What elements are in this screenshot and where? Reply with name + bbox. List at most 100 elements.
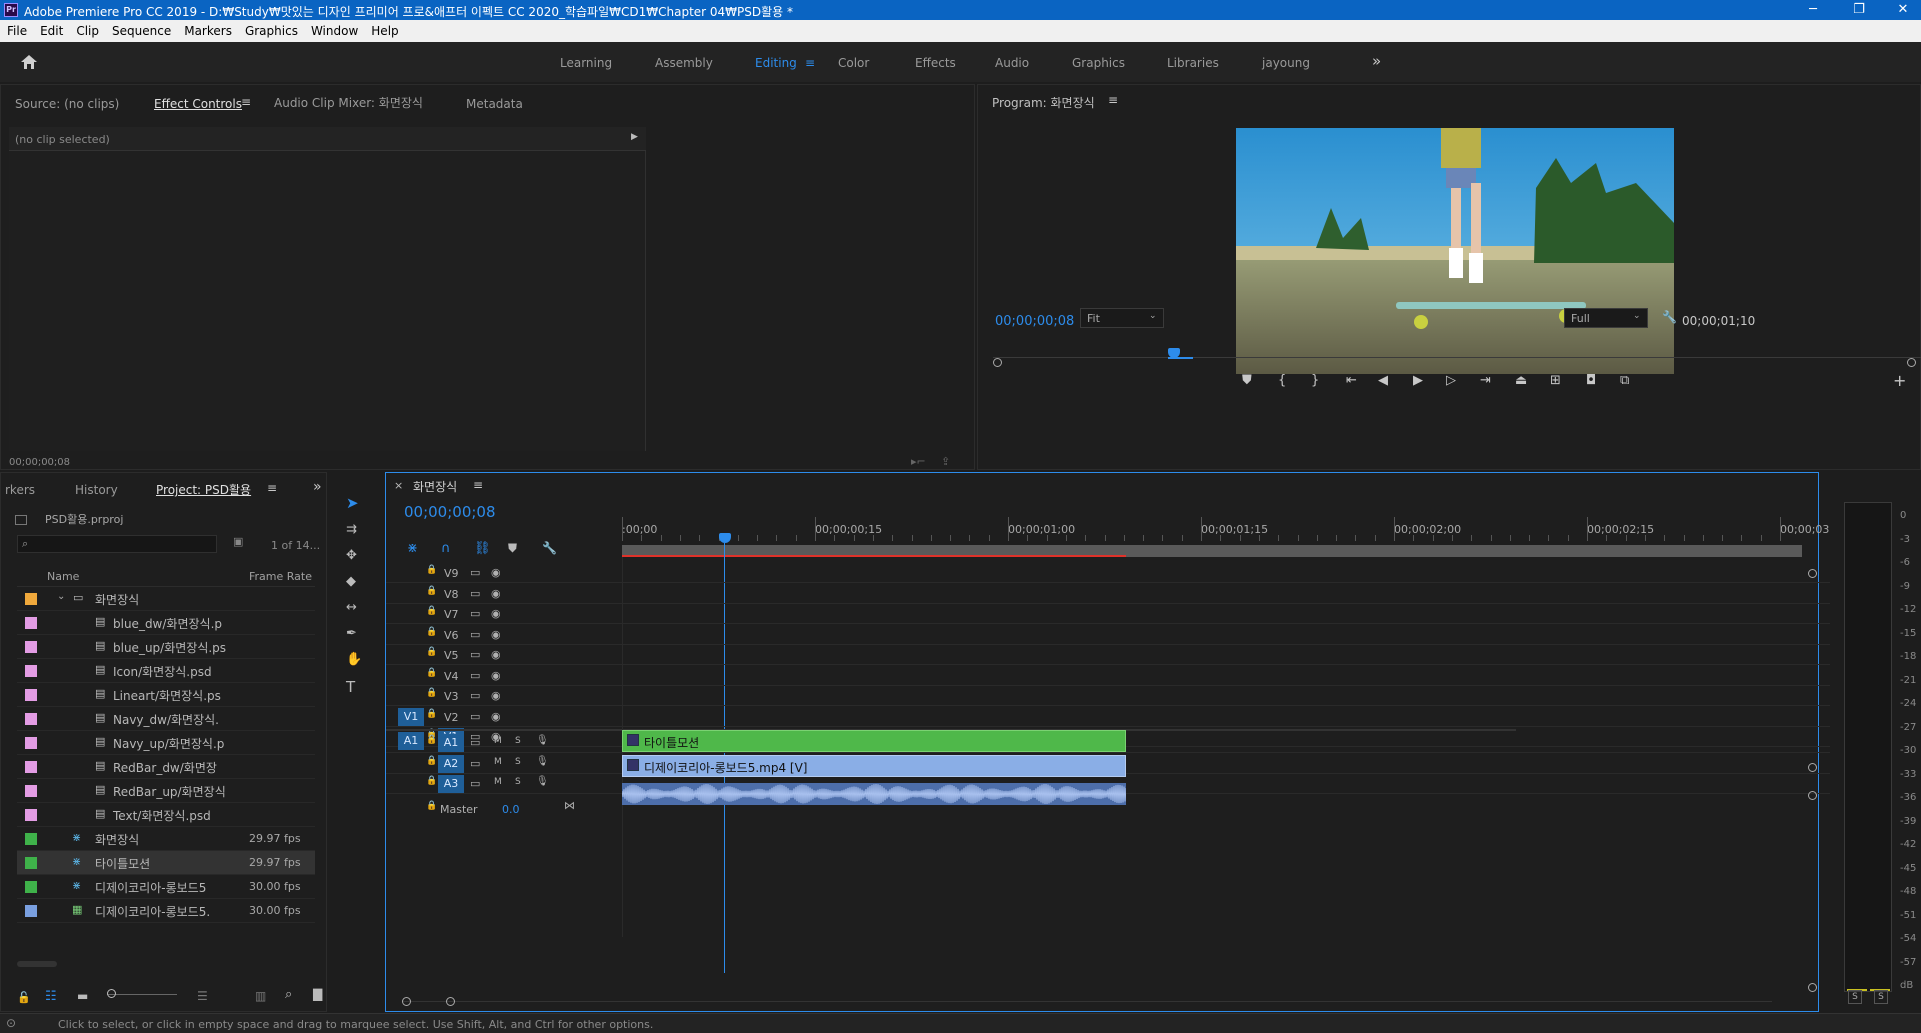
toggle-sync-lock-icon[interactable]: ▭	[470, 689, 480, 702]
slip-tool-icon[interactable]: ↔	[346, 600, 357, 615]
resolution-dropdown[interactable]: Full ⌄	[1564, 308, 1648, 328]
tab-menu-icon[interactable]: ≡	[241, 95, 251, 109]
menu-sequence[interactable]: Sequence	[105, 20, 177, 38]
maximize-button[interactable]: ❐	[1836, 0, 1882, 20]
timeline-timecode[interactable]: 00;00;00;08	[404, 503, 496, 521]
column-name[interactable]: Name	[47, 570, 79, 583]
tab-markers[interactable]: rkers	[5, 483, 35, 497]
lock-icon[interactable]: 🔒	[426, 801, 437, 811]
master-volume-value[interactable]: 0.0	[502, 803, 520, 816]
workspace-menu-icon[interactable]: ≡	[805, 56, 815, 70]
zoom-start-handle[interactable]	[993, 358, 1002, 367]
workspace-more-icon[interactable]: »	[1372, 52, 1381, 70]
track-label[interactable]: V7	[444, 608, 459, 621]
menu-window[interactable]: Window	[304, 20, 364, 38]
mute-button[interactable]: M	[494, 757, 502, 767]
expand-arrow-icon[interactable]: ▶	[631, 132, 638, 142]
project-menu-icon[interactable]: ≡	[267, 481, 277, 495]
sort-icon[interactable]: ☰	[197, 989, 208, 1003]
clip-title-motion[interactable]: 타이틀모션	[622, 730, 1126, 752]
label-color-swatch[interactable]	[25, 881, 37, 893]
track-label[interactable]: A1	[438, 734, 464, 752]
track-label[interactable]: V3	[444, 690, 459, 703]
label-color-swatch[interactable]	[25, 857, 37, 869]
label-color-swatch[interactable]	[25, 809, 37, 821]
clip-video[interactable]: 디제이코리아-롱보드5.mp4 [V]	[622, 755, 1126, 777]
selection-tool-icon[interactable]: ➤	[346, 494, 359, 512]
label-color-swatch[interactable]	[25, 761, 37, 773]
mute-button[interactable]: M	[494, 777, 502, 787]
type-tool-icon[interactable]: T	[346, 678, 355, 696]
label-color-swatch[interactable]	[25, 641, 37, 653]
project-item-row[interactable]: ▤ Navy_up/화면장식.p	[17, 731, 315, 755]
toggle-sync-lock-icon[interactable]: ▭	[470, 757, 480, 770]
scroll-handle-mid[interactable]	[1808, 763, 1817, 772]
toggle-sync-lock-icon[interactable]: ▭	[470, 566, 480, 579]
tab-metadata[interactable]: Metadata	[466, 97, 523, 111]
timeline-playhead-handle[interactable]	[719, 533, 731, 543]
tab-source[interactable]: Source: (no clips)	[15, 97, 119, 111]
step-forward-icon[interactable]: ▷	[1446, 373, 1456, 388]
toggle-sync-lock-icon[interactable]: ▭	[470, 669, 480, 682]
workspace-color[interactable]: Color	[838, 56, 869, 70]
home-icon[interactable]	[20, 54, 38, 70]
go-to-out-icon[interactable]: ⇥	[1480, 373, 1491, 388]
menu-markers[interactable]: Markers	[177, 20, 238, 38]
workspace-graphics[interactable]: Graphics	[1072, 56, 1125, 70]
menu-graphics[interactable]: Graphics	[238, 20, 304, 38]
timeline-settings-icon[interactable]: 🔧	[542, 541, 557, 555]
track-label[interactable]: V9	[444, 567, 459, 580]
razor-tool-icon[interactable]: ◆	[346, 574, 356, 589]
project-item-row[interactable]: ⋇ 화면장식 29.97 fps	[17, 827, 315, 851]
label-color-swatch[interactable]	[25, 617, 37, 629]
lock-icon[interactable]: 🔒	[426, 688, 437, 698]
label-color-swatch[interactable]	[25, 713, 37, 725]
export-icon[interactable]: ⇪	[941, 455, 950, 468]
zoom-end-handle[interactable]	[1907, 358, 1916, 367]
eye-icon[interactable]: ◉	[491, 648, 501, 661]
slider-handle[interactable]	[107, 989, 116, 998]
track-select-tool-icon[interactable]: ⇉	[346, 522, 357, 537]
project-item-row[interactable]: ▤ blue_up/화면장식.ps	[17, 635, 315, 659]
project-item-row[interactable]: ▤ Navy_dw/화면장식.	[17, 707, 315, 731]
eye-icon[interactable]: ◉	[491, 607, 501, 620]
project-item-row[interactable]: ▤ Text/화면장식.psd	[17, 803, 315, 827]
workspace-assembly[interactable]: Assembly	[655, 56, 713, 70]
lift-icon[interactable]: ⏏	[1515, 373, 1527, 388]
workspace-libraries[interactable]: Libraries	[1167, 56, 1219, 70]
timeline-menu-icon[interactable]: ≡	[473, 478, 483, 492]
microphone-icon[interactable]: 🎙	[536, 735, 549, 746]
minimize-button[interactable]: ─	[1790, 0, 1836, 20]
eye-icon[interactable]: ◉	[491, 689, 501, 702]
track-label[interactable]: A3	[438, 775, 464, 793]
lock-icon[interactable]: 🔒	[426, 586, 437, 596]
h-scroll-end-handle[interactable]	[446, 997, 455, 1006]
track-label[interactable]: A2	[438, 754, 464, 773]
lock-icon[interactable]: 🔓	[17, 991, 31, 1004]
toggle-sync-lock-icon[interactable]: ▭	[470, 777, 480, 790]
track-label[interactable]: V6	[444, 629, 459, 642]
toggle-sync-lock-icon[interactable]: ▭	[470, 648, 480, 661]
close-button[interactable]: ✕	[1880, 0, 1921, 20]
track-label[interactable]: V4	[444, 670, 459, 683]
add-marker-icon[interactable]: ⛊	[1242, 373, 1252, 388]
h-scroll-start-handle[interactable]	[402, 997, 411, 1006]
lock-icon[interactable]: 🔒	[426, 668, 437, 678]
eye-icon[interactable]: ◉	[491, 566, 501, 579]
microphone-icon[interactable]: 🎙	[536, 756, 549, 767]
eye-icon[interactable]: ◉	[491, 710, 501, 723]
project-item-row[interactable]: ▤ Icon/화면장식.psd	[17, 659, 315, 683]
project-item-row[interactable]: ▤ RedBar_dw/화면장	[17, 755, 315, 779]
automate-icon[interactable]: ▥	[255, 989, 266, 1003]
pen-tool-icon[interactable]: ✒	[346, 626, 357, 641]
lock-icon[interactable]: 🔒	[426, 627, 437, 637]
track-label[interactable]: V5	[444, 649, 459, 662]
bin-icon[interactable]: ▣	[233, 535, 243, 548]
mark-in-icon[interactable]: {	[1278, 373, 1286, 388]
label-color-swatch[interactable]	[25, 737, 37, 749]
project-item-row[interactable]: ▤ RedBar_up/화면장식	[17, 779, 315, 803]
workspace-learning[interactable]: Learning	[560, 56, 612, 70]
project-item-row[interactable]: ▭ ⌄ 화면장식	[17, 587, 315, 611]
label-color-swatch[interactable]	[25, 905, 37, 917]
horizontal-scrollbar[interactable]	[402, 1001, 1772, 1002]
